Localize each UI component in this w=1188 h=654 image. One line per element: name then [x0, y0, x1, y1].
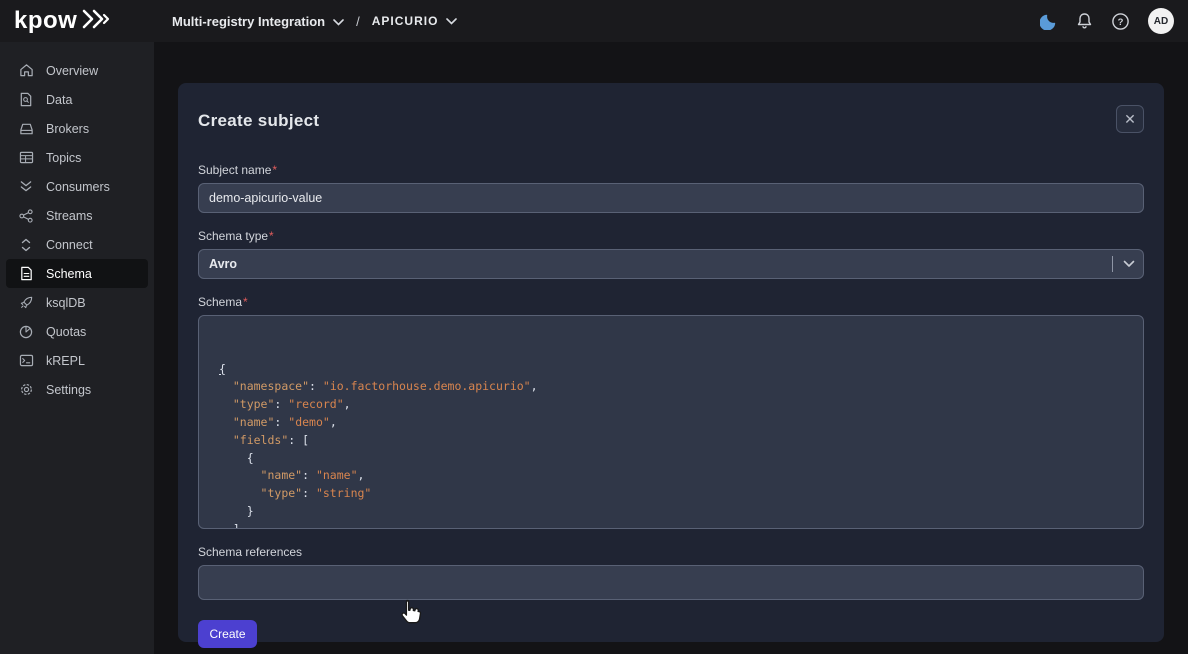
schema-code-editor[interactable]: { "namespace": "io.factorhouse.demo.apic…: [198, 315, 1144, 529]
registry-selector[interactable]: APICURIO: [372, 14, 458, 28]
main-content: Create subject ✕ Subject name* Schema ty…: [154, 42, 1188, 654]
sidebar-item-label: Connect: [46, 238, 93, 252]
gear-icon: [18, 382, 34, 397]
required-marker: *: [243, 295, 248, 309]
document-search-icon: [18, 92, 34, 107]
table-icon: [18, 151, 34, 164]
pie-chart-icon: [18, 325, 34, 339]
sidebar-item-label: Topics: [46, 151, 81, 165]
sidebar-item-label: Data: [46, 93, 72, 107]
logo-text: kpow: [14, 9, 77, 33]
home-icon: [18, 63, 34, 78]
svg-text:?: ?: [1118, 17, 1124, 28]
schema-code: { "namespace": "io.factorhouse.demo.apic…: [219, 361, 1143, 529]
registry-label: APICURIO: [372, 14, 439, 28]
topbar-actions: ? AD: [1040, 8, 1174, 34]
server-icon: [18, 122, 34, 136]
sidebar-item-brokers[interactable]: Brokers: [6, 114, 148, 143]
schema-label: Schema*: [198, 295, 1144, 309]
sidebar-item-label: Overview: [46, 64, 98, 78]
sidebar: Overview Data Brokers Topics Consumers: [0, 42, 154, 654]
sidebar-item-label: kREPL: [46, 354, 85, 368]
notifications-bell-icon[interactable]: [1076, 12, 1093, 30]
dark-mode-moon-icon[interactable]: [1040, 12, 1058, 30]
breadcrumb: Multi-registry Integration / APICURIO: [172, 14, 1040, 29]
chevron-down-icon: [333, 14, 344, 29]
topbar: kpow Multi-registry Integration / APICUR…: [0, 0, 1188, 42]
schema-references-input[interactable]: [198, 565, 1144, 600]
sidebar-item-label: Brokers: [46, 122, 89, 136]
sidebar-item-label: Consumers: [46, 180, 110, 194]
sidebar-item-data[interactable]: Data: [6, 85, 148, 114]
subject-name-label: Subject name*: [198, 163, 1144, 177]
schema-type-label: Schema type*: [198, 229, 1144, 243]
sidebar-item-quotas[interactable]: Quotas: [6, 317, 148, 346]
kpow-logo[interactable]: kpow: [14, 8, 154, 35]
kpow-chevrons-icon: [81, 8, 115, 35]
sidebar-item-label: Quotas: [46, 325, 86, 339]
schema-type-select[interactable]: Avro: [198, 249, 1144, 279]
rocket-icon: [18, 295, 34, 310]
chevron-down-icon: [446, 14, 457, 28]
sidebar-item-label: ksqlDB: [46, 296, 86, 310]
schema-type-value: Avro: [209, 257, 1112, 271]
sidebar-item-label: Schema: [46, 267, 92, 281]
help-question-icon[interactable]: ?: [1111, 12, 1130, 31]
sidebar-item-label: Settings: [46, 383, 91, 397]
close-icon[interactable]: ✕: [1116, 105, 1144, 133]
file-icon: [18, 266, 34, 281]
create-button[interactable]: Create: [198, 620, 257, 648]
sidebar-item-krepl[interactable]: kREPL: [6, 346, 148, 375]
double-chevron-down-icon: [18, 180, 34, 193]
sidebar-item-schema[interactable]: Schema: [6, 259, 148, 288]
sidebar-item-connect[interactable]: Connect: [6, 230, 148, 259]
sidebar-item-ksqldb[interactable]: ksqlDB: [6, 288, 148, 317]
modal-title: Create subject: [198, 105, 319, 131]
schema-references-label: Schema references: [198, 545, 1144, 559]
breadcrumb-separator: /: [356, 14, 360, 29]
sidebar-item-topics[interactable]: Topics: [6, 143, 148, 172]
sidebar-item-overview[interactable]: Overview: [6, 56, 148, 85]
avatar-initials: AD: [1154, 16, 1168, 27]
terminal-icon: [18, 354, 34, 367]
user-avatar[interactable]: AD: [1148, 8, 1174, 34]
share-nodes-icon: [18, 209, 34, 223]
sidebar-item-label: Streams: [46, 209, 93, 223]
sidebar-item-streams[interactable]: Streams: [6, 201, 148, 230]
cursor-pointer-icon: [400, 599, 426, 634]
sidebar-item-consumers[interactable]: Consumers: [6, 172, 148, 201]
select-divider: [1112, 256, 1113, 272]
chevron-down-icon: [1123, 255, 1135, 273]
up-down-chevron-icon: [18, 238, 34, 252]
required-marker: *: [272, 163, 277, 177]
subject-name-input[interactable]: [198, 183, 1144, 213]
required-marker: *: [269, 229, 274, 243]
cluster-label: Multi-registry Integration: [172, 14, 325, 29]
cluster-selector[interactable]: Multi-registry Integration: [172, 14, 344, 29]
create-subject-modal: Create subject ✕ Subject name* Schema ty…: [178, 83, 1164, 642]
sidebar-item-settings[interactable]: Settings: [6, 375, 148, 404]
